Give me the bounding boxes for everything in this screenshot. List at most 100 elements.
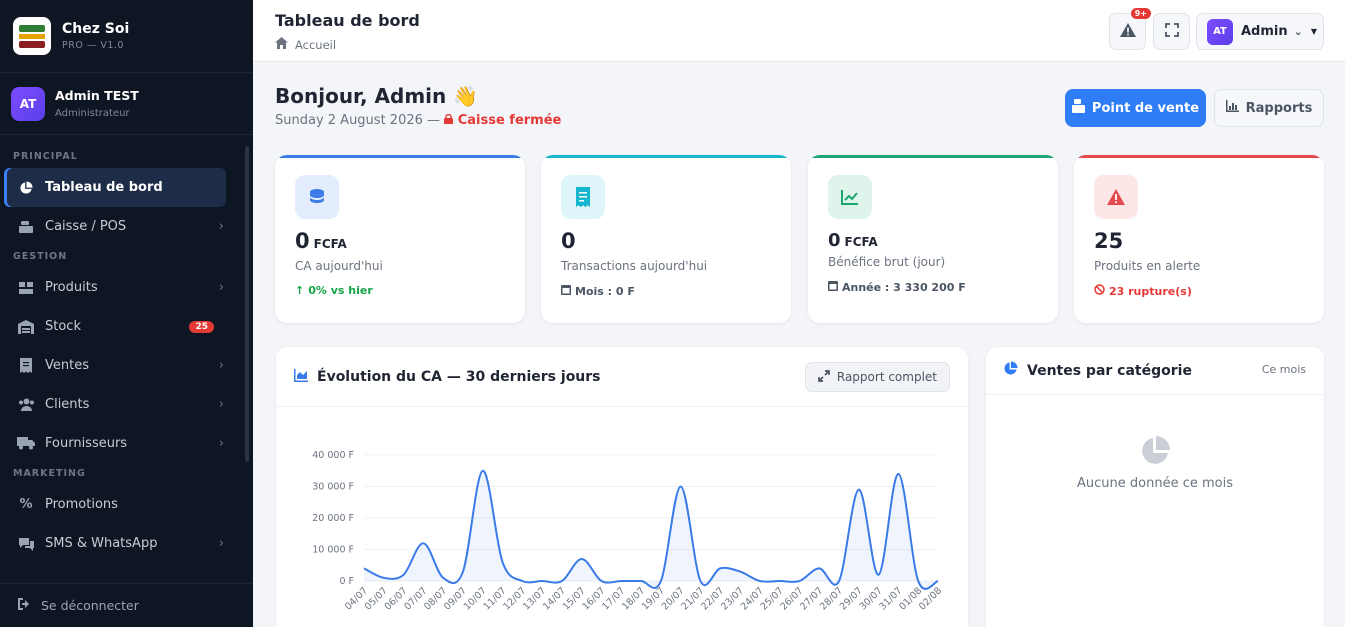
lock-icon	[444, 113, 454, 124]
sidebar-item-label: SMS & WhatsApp	[45, 536, 158, 551]
sidebar-item-label: Tableau de bord	[45, 180, 163, 195]
chevron-right-icon: ›	[218, 280, 224, 295]
sidebar-item-suppliers[interactable]: Fournisseurs ›	[0, 424, 244, 463]
brand-name: Chez Soi	[62, 21, 130, 37]
point-of-sale-button[interactable]: Point de vente	[1065, 89, 1206, 127]
sidebar-item-label: Promotions	[45, 497, 118, 512]
user-profile[interactable]: AT Admin TEST Administrateur	[0, 73, 253, 135]
caret-down-icon: ▼	[1310, 27, 1317, 36]
revenue-chart-panel: Évolution du CA — 30 derniers jours Rapp…	[276, 347, 968, 627]
category-sales-panel: Ventes par catégorie Ce mois Aucune donn…	[986, 347, 1324, 627]
breadcrumb[interactable]: Accueil	[275, 37, 336, 52]
stat-sub: 23 rupture(s)	[1094, 284, 1192, 298]
sidebar-item-clients[interactable]: Clients ›	[0, 385, 244, 424]
empty-state-text: Aucune donnée ce mois	[1077, 476, 1233, 491]
stat-card-alerts: 25 Produits en alerte 23 rupture(s)	[1074, 155, 1324, 323]
chat-icon	[17, 535, 35, 553]
y-tick-label: 0 F	[339, 576, 354, 587]
home-icon	[275, 37, 288, 52]
section-gestion: GESTION	[13, 251, 68, 262]
sidebar: Chez Soi PRO — V1.0 AT Admin TEST Admini…	[0, 0, 253, 627]
sidebar-item-sms[interactable]: SMS & WhatsApp ›	[0, 524, 244, 563]
alerts-button[interactable]: 9+	[1109, 8, 1151, 50]
sidebar-item-label: Fournisseurs	[45, 436, 128, 451]
stat-value: 0 FCFA	[828, 230, 878, 251]
topbar: Tableau de bord Accueil 9+ AT Admin ⌄ ▼	[253, 0, 1345, 62]
boxes-icon	[17, 279, 35, 297]
sidebar-item-label: Clients	[45, 397, 90, 412]
register-status-label: Caisse fermée	[457, 113, 562, 128]
series-area	[364, 470, 938, 589]
greeting-date: Sunday 2 August 2026 — Caisse fermée	[275, 113, 561, 128]
logout-icon	[17, 597, 31, 614]
stat-sub-text: Année : 3 330 200 F	[842, 280, 966, 294]
calendar-icon	[828, 280, 838, 294]
expand-arrows-icon	[818, 369, 830, 385]
stat-value: 25	[1094, 229, 1124, 253]
stat-value: 0	[561, 229, 576, 253]
sidebar-item-label: Caisse / POS	[45, 219, 127, 234]
brand[interactable]: Chez Soi PRO — V1.0	[0, 0, 253, 73]
user-role: Administrateur	[55, 108, 130, 119]
stat-card-profit: 0 FCFA Bénéfice brut (jour) Année : 3 330…	[808, 155, 1058, 323]
breadcrumb-home: Accueil	[295, 37, 337, 52]
register-status: Caisse fermée	[444, 113, 561, 128]
expand-icon	[1164, 22, 1179, 41]
sidebar-item-label: Stock	[45, 319, 81, 334]
ban-icon	[1094, 284, 1105, 298]
chevron-right-icon: ›	[218, 397, 224, 412]
y-tick-label: 30 000 F	[312, 482, 354, 493]
stock-count-badge: 25	[189, 320, 214, 333]
sidebar-item-sales[interactable]: Ventes ›	[0, 346, 244, 385]
admin-menu-button[interactable]: AT Admin ⌄ ▼	[1196, 13, 1324, 50]
cash-register-icon	[17, 218, 35, 236]
stat-label: Transactions aujourd'hui	[561, 259, 708, 273]
warehouse-icon	[17, 318, 35, 336]
pie-chart-icon	[1003, 361, 1018, 380]
stat-card-revenue: 0 FCFA CA aujourd'hui ↑ 0% vs hier	[275, 155, 525, 323]
trend-chart-icon	[828, 175, 872, 219]
coins-icon	[295, 175, 339, 219]
logout-button[interactable]: Se déconnecter	[0, 583, 253, 627]
page-title: Tableau de bord	[275, 11, 420, 30]
area-chart-icon	[294, 367, 308, 386]
stat-delta: ↑ 0% vs hier	[295, 284, 373, 297]
percent-icon: %	[19, 497, 33, 512]
brand-logo	[13, 17, 51, 55]
stat-sub: Mois : 0 F	[561, 284, 635, 298]
period-label[interactable]: Ce mois	[1262, 363, 1306, 376]
pos-button-label: Point de vente	[1091, 100, 1200, 116]
fullscreen-button[interactable]	[1153, 13, 1190, 50]
chevron-right-icon: ›	[218, 436, 224, 451]
chevron-down-icon: ⌄	[1293, 25, 1303, 38]
sidebar-item-label: Produits	[45, 280, 98, 295]
avatar: AT	[1207, 18, 1233, 45]
stat-label: CA aujourd'hui	[295, 259, 383, 273]
reports-button-label: Rapports	[1245, 100, 1313, 116]
y-tick-label: 40 000 F	[312, 450, 354, 461]
sidebar-scrollbar[interactable]	[245, 146, 249, 462]
x-tick-label: 02/08	[917, 585, 944, 612]
category-title: Ventes par catégorie	[1027, 362, 1192, 379]
full-report-label: Rapport complet	[836, 370, 937, 384]
admin-label: Admin	[1241, 24, 1288, 39]
sidebar-nav: PRINCIPAL Tableau de bord Caisse / POS ›…	[0, 146, 244, 563]
sidebar-item-stock[interactable]: Stock 25	[0, 307, 244, 346]
sidebar-item-promotions[interactable]: % Promotions	[0, 485, 244, 524]
chevron-right-icon: ›	[218, 536, 224, 551]
sidebar-item-dashboard[interactable]: Tableau de bord	[4, 168, 226, 207]
logout-label: Se déconnecter	[41, 598, 139, 613]
stat-sub: Année : 3 330 200 F	[828, 280, 966, 294]
full-report-button[interactable]: Rapport complet	[804, 362, 950, 392]
receipt-icon	[17, 357, 35, 375]
calendar-icon	[561, 284, 571, 298]
sidebar-item-products[interactable]: Produits ›	[0, 268, 244, 307]
y-tick-label: 10 000 F	[312, 545, 354, 556]
warning-icon	[1094, 175, 1138, 219]
sidebar-item-pos[interactable]: Caisse / POS ›	[0, 207, 244, 246]
sidebar-item-label: Ventes	[45, 358, 89, 373]
avatar: AT	[11, 86, 45, 121]
users-icon	[17, 396, 35, 414]
reports-button[interactable]: Rapports	[1214, 89, 1324, 127]
stat-value: 0 FCFA	[295, 229, 347, 253]
